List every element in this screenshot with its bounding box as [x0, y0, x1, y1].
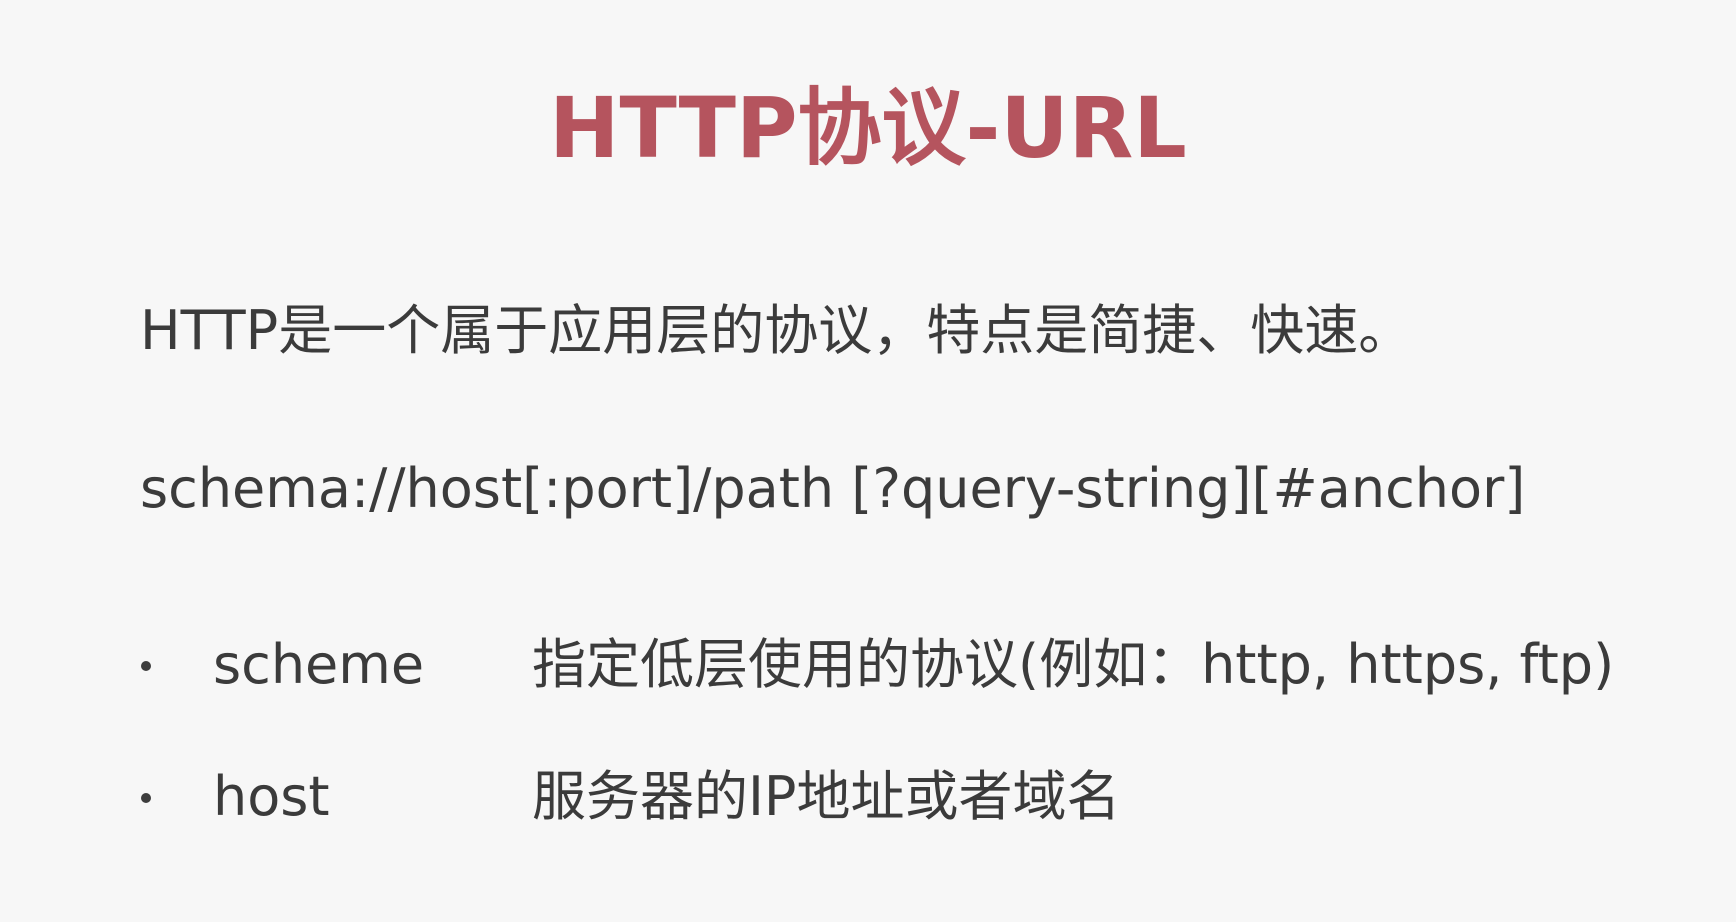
slide: HTTP协议-URL HTTP是一个属于应用层的协议，特点是简捷、快速。 sch… — [0, 0, 1736, 922]
protocol-description: HTTP是一个属于应用层的协议，特点是简捷、快速。 — [140, 299, 1413, 362]
url-syntax: schema://host[:port]/path [?query-string… — [140, 457, 1526, 520]
list-item-term: scheme — [213, 633, 425, 696]
bullet-dot-icon — [141, 661, 151, 671]
list-item-description: 服务器的IP地址或者域名 — [532, 765, 1121, 828]
slide-title: HTTP协议-URL — [549, 79, 1187, 177]
list-item: scheme 指定低层使用的协议(例如：http, https, ftp) — [0, 632, 1736, 698]
list-item-description: 指定低层使用的协议(例如：http, https, ftp) — [532, 633, 1615, 696]
list-item-term: host — [213, 765, 330, 828]
list-item: host 服务器的IP地址或者域名 — [0, 764, 1736, 830]
bullet-dot-icon — [141, 793, 151, 803]
